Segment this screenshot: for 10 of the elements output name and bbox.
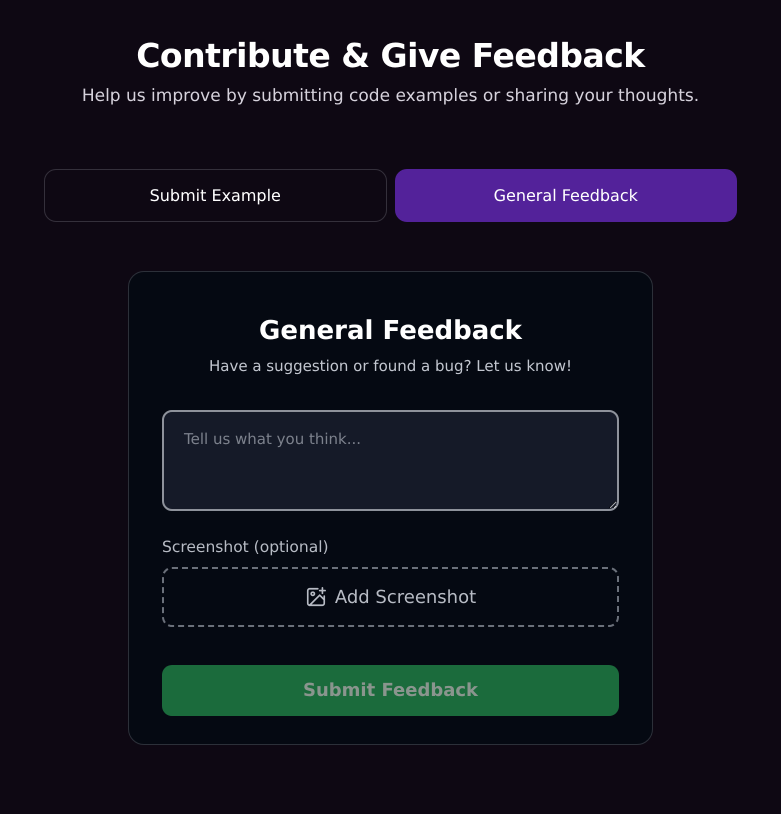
form-title: General Feedback xyxy=(258,316,524,348)
page-subtitle: Help us improve by submitting code examples or sharing your thoughts. xyxy=(82,84,700,108)
feedback-field[interactable]: Tell us what you think... xyxy=(162,410,619,511)
tab[interactable]: Submit Example xyxy=(44,169,386,222)
add-screenshot-button[interactable]: Add Screenshot xyxy=(162,567,619,628)
page-title: Contribute & Give Feedback xyxy=(136,36,645,76)
image-add-icon xyxy=(304,586,327,608)
tab[interactable]: General Feedback xyxy=(394,169,737,222)
field-label: Screenshot (optional) xyxy=(162,536,330,558)
form-subtitle: Have a suggestion or found a bug? Let us know! xyxy=(208,356,574,378)
